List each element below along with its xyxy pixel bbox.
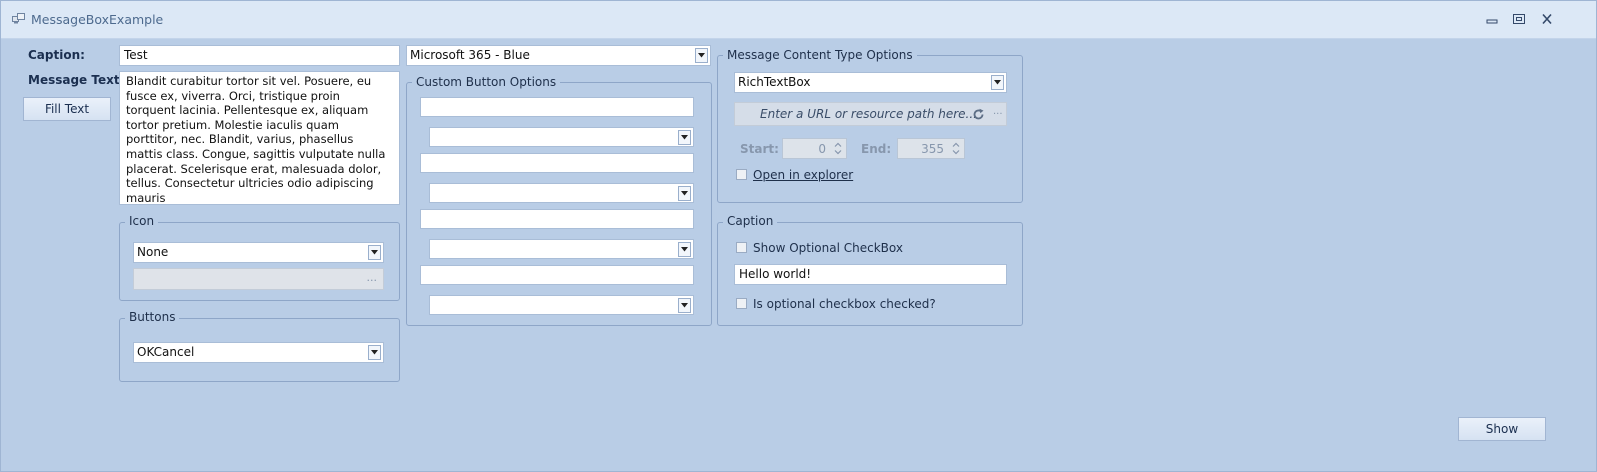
- close-icon[interactable]: [1540, 13, 1554, 25]
- is-checked-checkbox[interactable]: [736, 298, 747, 309]
- custom-button-4-text[interactable]: [420, 265, 694, 285]
- message-text-label: Message Text:: [28, 73, 125, 87]
- optional-checkbox-text-input[interactable]: Hello world!: [734, 264, 1007, 285]
- message-text-area[interactable]: Blandit curabitur tortor sit vel. Posuer…: [119, 71, 400, 205]
- chevron-down-icon[interactable]: [678, 298, 691, 313]
- end-label: End:: [861, 142, 892, 156]
- caption-group-title: Caption: [723, 214, 778, 228]
- icon-browse-button: ...: [366, 271, 378, 284]
- icon-combo[interactable]: None: [133, 242, 384, 263]
- icon-combo-value: None: [137, 245, 169, 259]
- theme-combo-value: Microsoft 365 - Blue: [410, 48, 530, 62]
- end-spinner: 355: [897, 138, 965, 159]
- app-icon: [12, 13, 25, 24]
- refresh-icon: [973, 108, 984, 120]
- chevron-down-icon[interactable]: [368, 245, 381, 260]
- theme-combo[interactable]: Microsoft 365 - Blue: [406, 45, 711, 66]
- buttons-combo[interactable]: OKCancel: [133, 342, 384, 363]
- end-value: 355: [921, 142, 944, 156]
- chevron-down-icon[interactable]: [695, 48, 708, 63]
- start-spinner: 0: [782, 138, 847, 159]
- show-optional-checkbox[interactable]: [736, 242, 747, 253]
- caption-input[interactable]: Test: [119, 45, 400, 66]
- show-optional-checkbox-label: Show Optional CheckBox: [753, 241, 903, 255]
- buttons-group-title: Buttons: [125, 310, 180, 324]
- url-placeholder: Enter a URL or resource path here...: [760, 107, 977, 121]
- custom-button-4-result-combo[interactable]: [429, 295, 694, 315]
- custom-button-3-result-combo[interactable]: [429, 239, 694, 259]
- custom-button-options-group: [406, 82, 712, 326]
- chevron-down-icon[interactable]: [991, 75, 1004, 90]
- custom-button-1-result-combo[interactable]: [429, 127, 694, 147]
- minimize-icon[interactable]: [1485, 13, 1499, 25]
- content-type-title: Message Content Type Options: [723, 48, 917, 62]
- title-bar: MessageBoxExample: [0, 0, 1597, 39]
- chevron-down-icon[interactable]: [678, 130, 691, 145]
- show-button[interactable]: Show: [1458, 417, 1546, 441]
- fill-text-button[interactable]: Fill Text: [23, 97, 111, 121]
- open-explorer-label: Open in explorer: [753, 168, 854, 182]
- url-browse-button: ...: [993, 106, 1003, 117]
- spinner-arrows-icon: [834, 142, 842, 155]
- custom-button-options-title: Custom Button Options: [412, 75, 561, 89]
- spinner-arrows-icon: [952, 142, 960, 155]
- chevron-down-icon[interactable]: [678, 186, 691, 201]
- start-value: 0: [818, 142, 826, 156]
- custom-button-2-text[interactable]: [420, 153, 694, 173]
- content-type-combo[interactable]: RichTextBox: [734, 72, 1007, 93]
- content-type-combo-value: RichTextBox: [738, 75, 811, 89]
- caption-label: Caption:: [28, 48, 85, 62]
- icon-group-title: Icon: [125, 214, 159, 228]
- open-explorer-checkbox: [736, 169, 747, 180]
- custom-button-3-text[interactable]: [420, 209, 694, 229]
- window-title: MessageBoxExample: [31, 12, 164, 27]
- custom-button-1-text[interactable]: [420, 97, 694, 117]
- is-checked-checkbox-label: Is optional checkbox checked?: [753, 297, 936, 311]
- url-input: Enter a URL or resource path here... ...: [734, 102, 1007, 126]
- chevron-down-icon[interactable]: [368, 345, 381, 360]
- custom-button-2-result-combo[interactable]: [429, 183, 694, 203]
- restore-icon[interactable]: [1512, 13, 1526, 25]
- start-label: Start:: [740, 142, 779, 156]
- buttons-combo-value: OKCancel: [137, 345, 195, 359]
- chevron-down-icon[interactable]: [678, 242, 691, 257]
- icon-path-input: ...: [133, 268, 384, 290]
